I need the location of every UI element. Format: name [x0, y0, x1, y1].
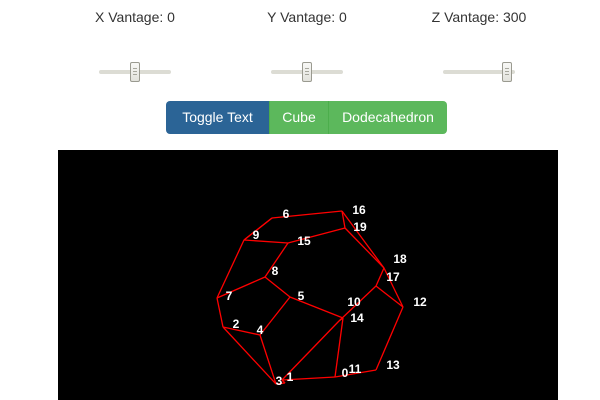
wireframe-edge [216, 297, 224, 328]
grip-line [133, 74, 137, 75]
dodecahedron-button[interactable]: Dodecahedron [328, 101, 447, 134]
shape-button-group: Toggle Text Cube Dodecahedron [166, 101, 447, 134]
vertex-label: 1 [287, 370, 294, 384]
vertex-label: 9 [253, 228, 260, 242]
wireframe-edge [375, 267, 385, 287]
wireframe-edge [216, 276, 266, 299]
grip-line [133, 71, 137, 72]
vertex-label: 17 [386, 270, 400, 284]
y-vantage-thumb[interactable] [302, 62, 312, 82]
x-vantage-thumb[interactable] [130, 62, 140, 82]
vertex-label: 14 [350, 311, 364, 325]
render-canvas[interactable]: 0 1 2 3 4 5 6 7 8 9 10 11 12 13 14 15 16 17 18 19 [58, 150, 558, 400]
vertex-label: 7 [226, 289, 233, 303]
wireframe-edge [222, 326, 277, 385]
vertex-label: 8 [272, 264, 279, 278]
toggle-text-button[interactable]: Toggle Text [166, 101, 269, 134]
grip-line [133, 68, 137, 69]
wireframe-edge [264, 276, 291, 298]
wireframe-edge [344, 227, 385, 269]
vertex-label: 4 [257, 323, 264, 337]
vertex-label: 11 [349, 362, 362, 376]
cube-button[interactable]: Cube [269, 101, 328, 134]
z-vantage-control: Z Vantage: 300 [394, 8, 564, 84]
vertex-label: 6 [283, 207, 290, 221]
wireframe-edge [243, 239, 289, 244]
grip-line [305, 71, 309, 72]
grip-line [505, 68, 509, 69]
x-vantage-label: X Vantage: 0 [95, 9, 175, 25]
y-vantage-control: Y Vantage: 0 [222, 8, 392, 84]
z-vantage-label: Z Vantage: 300 [431, 9, 527, 25]
vertex-label: 15 [297, 234, 311, 248]
vertex-label: 0 [342, 366, 349, 380]
vertex-label: 5 [298, 289, 305, 303]
dodecahedron-wireframe: 012345678910111213141516171819 [216, 203, 427, 388]
grip-line [505, 74, 509, 75]
z-vantage-thumb[interactable] [502, 62, 512, 82]
wireframe-edge [259, 334, 277, 385]
vertex-label: 18 [393, 252, 407, 266]
vertex-label: 19 [353, 220, 367, 234]
vertex-label: 12 [413, 295, 427, 309]
grip-line [505, 71, 509, 72]
wireframe-edge [259, 296, 291, 336]
z-vantage-slider[interactable] [443, 62, 515, 84]
grip-line [305, 74, 309, 75]
vertex-label: 2 [233, 317, 240, 331]
x-vantage-slider[interactable] [99, 62, 171, 84]
grip-line [305, 68, 309, 69]
vertex-label: 13 [386, 358, 400, 372]
y-vantage-label: Y Vantage: 0 [267, 9, 347, 25]
x-vantage-control: X Vantage: 0 [50, 8, 220, 84]
wireframe-edge [375, 285, 404, 308]
vertex-label: 16 [352, 203, 366, 217]
vertex-label: 10 [347, 295, 361, 309]
vertex-label: 3 [276, 374, 283, 388]
y-vantage-slider[interactable] [271, 62, 343, 84]
